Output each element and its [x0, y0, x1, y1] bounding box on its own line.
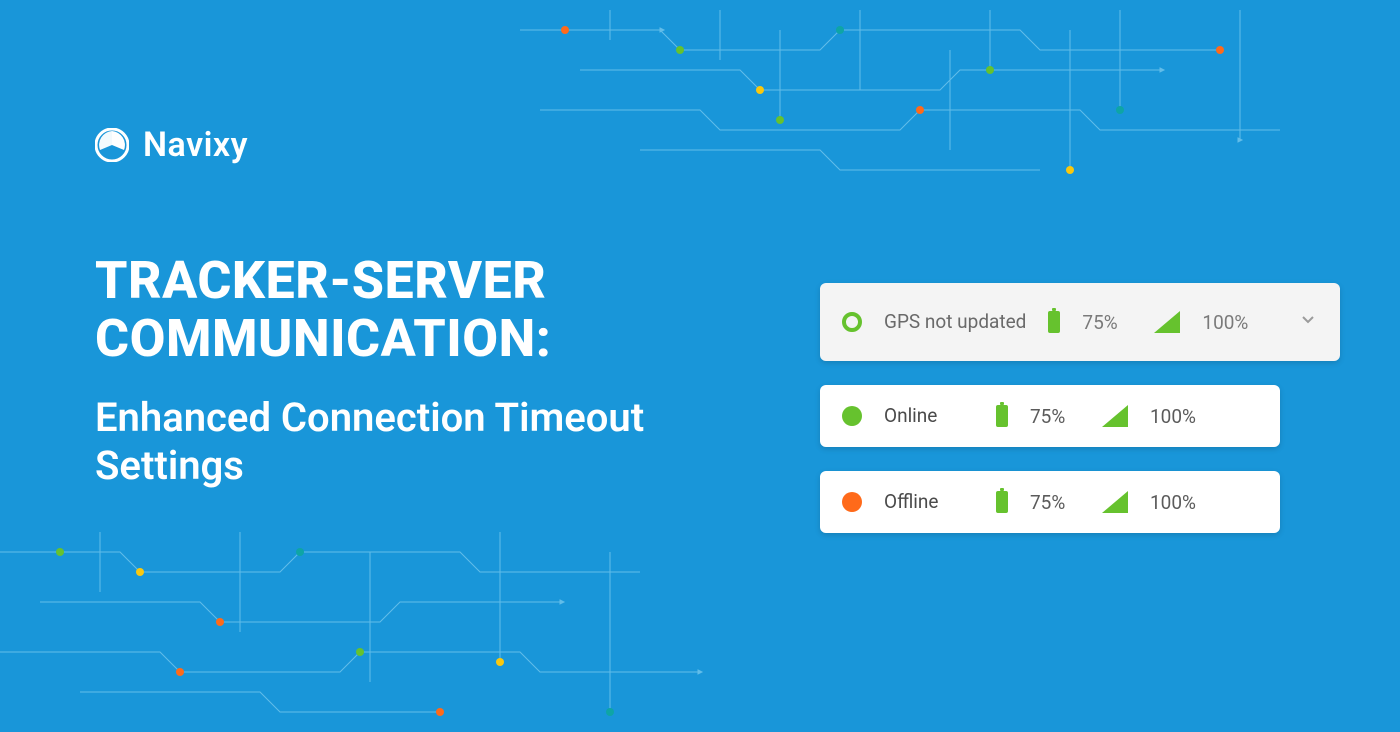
decorative-circuits-bottom	[0, 512, 720, 732]
battery-percent: 75%	[1030, 491, 1080, 514]
headline-block: TRACKER-SERVER COMMUNICATION: Enhanced C…	[95, 252, 735, 490]
signal-percent: 100%	[1202, 311, 1252, 334]
status-label: Offline	[884, 491, 974, 513]
battery-percent: 75%	[1082, 311, 1132, 334]
signal-icon	[1102, 405, 1128, 427]
headline-subtitle: Enhanced Connection Timeout Settings	[95, 394, 735, 490]
headline-title: TRACKER-SERVER COMMUNICATION:	[95, 252, 735, 368]
brand-logo: Navixy	[95, 125, 248, 165]
battery-icon	[1048, 311, 1060, 333]
decorative-circuits-top	[520, 0, 1340, 220]
brand-logo-icon	[95, 128, 129, 162]
battery-icon	[996, 405, 1008, 427]
status-card-online[interactable]: Online 75% 100%	[820, 385, 1280, 447]
signal-icon	[1102, 491, 1128, 513]
status-label: GPS not updated	[884, 311, 1026, 333]
status-label: Online	[884, 405, 974, 427]
battery-percent: 75%	[1030, 405, 1080, 428]
status-dot-icon	[842, 406, 862, 426]
status-card-list: GPS not updated 75% 100% Online 75% 100%…	[820, 283, 1340, 533]
signal-icon	[1154, 311, 1180, 333]
signal-percent: 100%	[1150, 491, 1200, 514]
chevron-down-icon[interactable]	[1298, 310, 1318, 335]
brand-name: Navixy	[143, 125, 248, 165]
status-ring-icon	[842, 312, 862, 332]
signal-percent: 100%	[1150, 405, 1200, 428]
status-dot-icon	[842, 492, 862, 512]
battery-icon	[996, 491, 1008, 513]
status-card-offline[interactable]: Offline 75% 100%	[820, 471, 1280, 533]
status-card-gps-not-updated[interactable]: GPS not updated 75% 100%	[820, 283, 1340, 361]
